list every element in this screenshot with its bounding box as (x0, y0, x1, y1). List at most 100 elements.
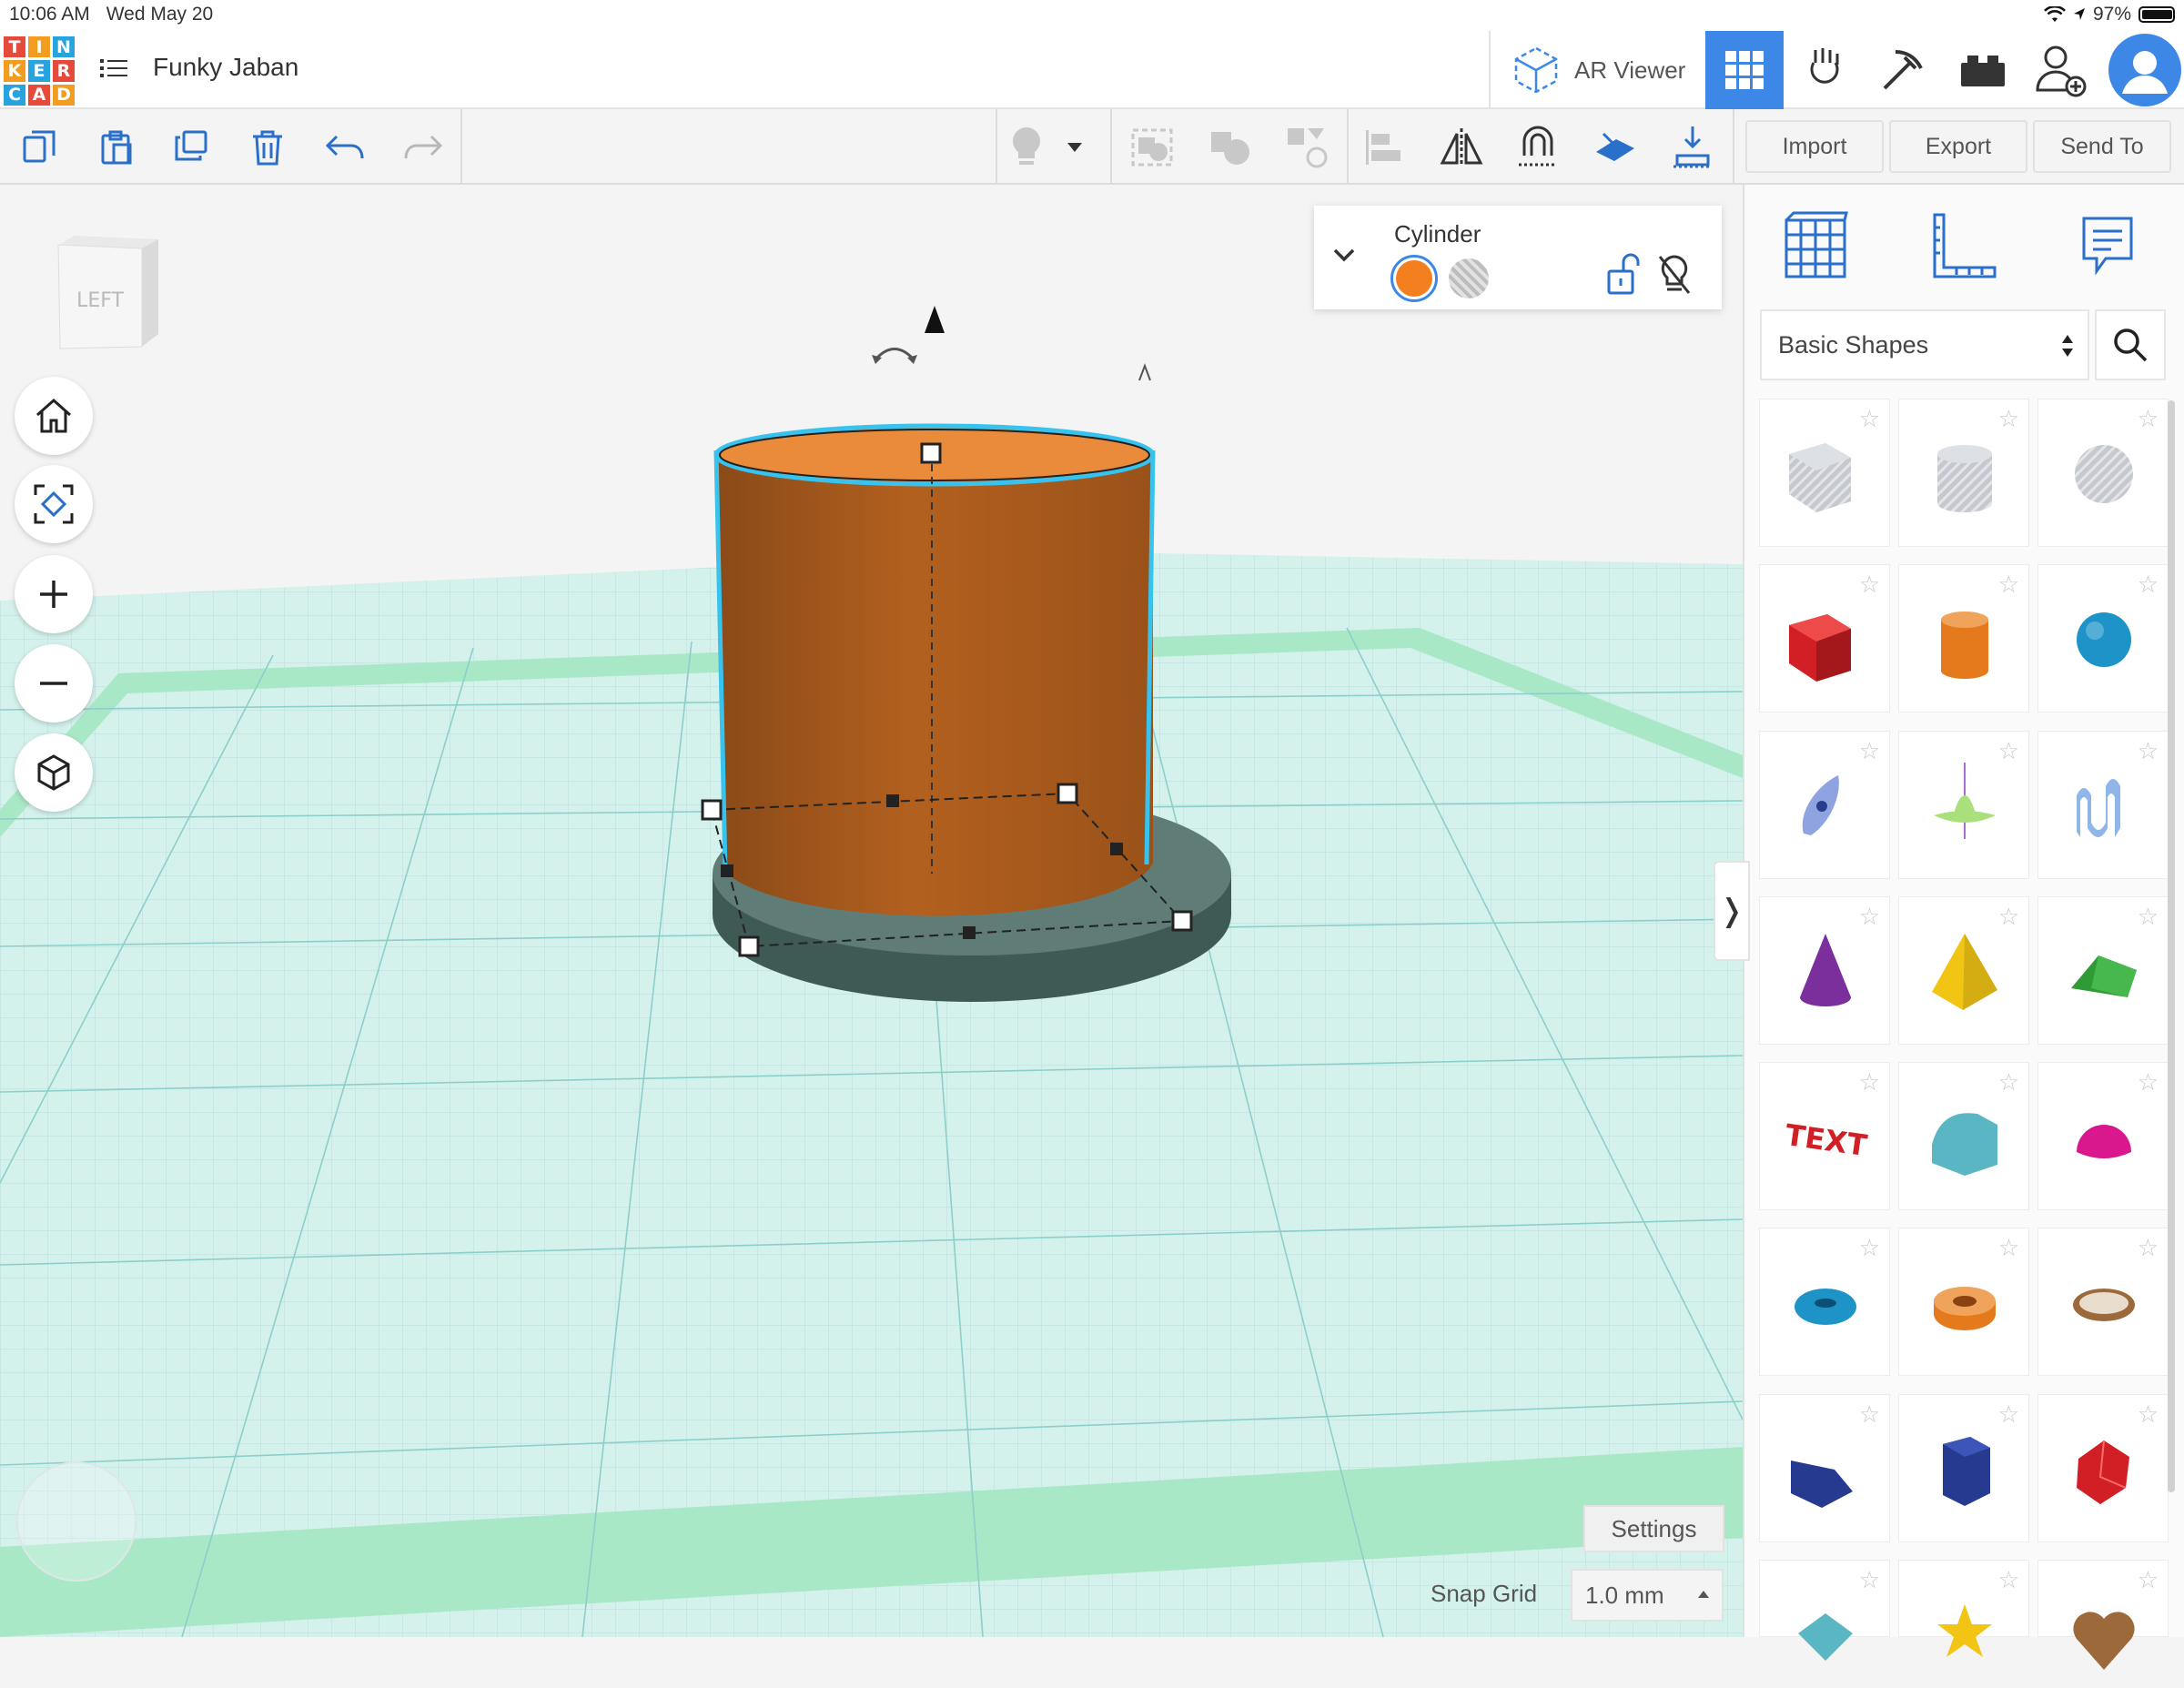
shape-tile-wedge[interactable]: ☆ (1759, 1394, 1890, 1542)
notes-button[interactable] (999, 120, 1054, 175)
redo-button[interactable] (395, 120, 450, 175)
copy-button[interactable] (13, 120, 67, 175)
lift-handle[interactable] (1138, 363, 1151, 381)
shape-tile-roof[interactable]: ☆ (2037, 896, 2169, 1045)
half-sphere-icon (2077, 1125, 2131, 1158)
notes-dropdown[interactable] (1061, 120, 1088, 175)
snap-grid-select[interactable]: 1.0 mm (1571, 1569, 1724, 1622)
zoom-out-button[interactable] (15, 644, 93, 723)
undo-button[interactable] (318, 120, 373, 175)
tab-workplane[interactable] (1773, 202, 1860, 289)
align-icon (1366, 130, 1400, 165)
shape-search-button[interactable] (2095, 309, 2166, 380)
projection-toggle-button[interactable] (15, 733, 93, 812)
zoom-in-button[interactable] (15, 555, 93, 633)
shape-tile-cone[interactable]: ☆ (1759, 896, 1890, 1045)
mirror-button[interactable] (1434, 120, 1489, 175)
duplicate-button[interactable] (164, 120, 218, 175)
tab-notes[interactable] (2064, 202, 2151, 289)
magnet-icon (1519, 126, 1557, 167)
shape-tile-wave[interactable]: ☆ (2037, 731, 2169, 879)
blocks-view-button[interactable] (1785, 31, 1864, 109)
home-view-button[interactable] (15, 377, 93, 455)
shape-tile-round-roof[interactable]: ☆ (1898, 1062, 2029, 1210)
icosahedron-icon (2077, 1440, 2129, 1504)
tab-ruler[interactable] (1920, 202, 2007, 289)
drop-to-workplane-button[interactable] (1665, 120, 1720, 175)
shape-tile-box-hole[interactable]: ☆ (1759, 399, 1890, 547)
workplane-canvas[interactable] (0, 185, 1743, 1637)
3d-design-view-button[interactable] (1705, 31, 1784, 109)
hide-light-icon[interactable] (1656, 253, 1693, 297)
minus-icon (40, 682, 67, 685)
fit-view-button[interactable] (15, 465, 93, 543)
shape-tile-ring[interactable]: ☆ (2037, 1228, 2169, 1376)
invite-user-button[interactable] (2022, 31, 2100, 109)
solid-color-swatch[interactable] (1390, 255, 1438, 302)
chevron-right-icon: ❭ (1718, 894, 1745, 928)
search-icon (2114, 329, 2148, 362)
shape-tile-box[interactable]: ☆ (1759, 564, 1890, 713)
logo-letter: E (28, 60, 50, 82)
clipboard-icon (101, 130, 132, 165)
shape-tile-heart[interactable]: ☆ (2037, 1560, 2169, 1670)
sphere-hole-icon (2075, 445, 2133, 503)
workplane-magnet-button[interactable] (1511, 120, 1565, 175)
ar-viewer-button[interactable]: AR Viewer (1489, 31, 1691, 109)
move-up-arrow[interactable] (925, 306, 945, 333)
svg-text:TEXT: TEXT (1783, 1117, 1869, 1163)
export-button[interactable]: Export (1889, 120, 2027, 173)
orbit-joystick[interactable] (16, 1461, 136, 1582)
send-to-button[interactable]: Send To (2033, 120, 2171, 173)
shape-tile-pyramid[interactable]: ☆ (1898, 896, 2029, 1045)
workplane-button[interactable] (1587, 120, 1642, 175)
cruise-icon (1288, 128, 1328, 168)
collapse-chevron-icon[interactable] (1332, 248, 1356, 264)
round-roof-icon (1932, 1113, 1997, 1176)
shape-tile-cylinder[interactable]: ☆ (1898, 564, 2029, 713)
cruise-button[interactable] (1279, 120, 1334, 175)
workplane-grid-icon (1785, 211, 1848, 278)
tinkercad-logo[interactable]: TIN KER CAD (4, 36, 75, 106)
lego-view-button[interactable] (1944, 31, 2022, 109)
shape-tile-scribble[interactable]: ☆ (1759, 731, 1890, 879)
panel-scrollbar[interactable] (2168, 400, 2175, 1492)
align-button[interactable] (1356, 120, 1410, 175)
selected-cylinder[interactable] (710, 423, 1185, 948)
shape-tile-half-sphere[interactable]: ☆ (2037, 1062, 2169, 1210)
shape-tile-shape-generator-spinner[interactable]: ☆ (1898, 731, 2029, 879)
diamond-icon (1798, 1613, 1853, 1661)
shape-tile-torus[interactable]: ☆ (1759, 1228, 1890, 1376)
project-title[interactable]: Funky Jaban (153, 53, 298, 82)
panel-collapse-button[interactable]: ❭ (1714, 861, 1750, 961)
note-icon (2082, 217, 2133, 276)
solid-color-fill (1396, 260, 1432, 297)
lock-open-icon[interactable] (1605, 253, 1642, 297)
group-button[interactable] (1125, 120, 1179, 175)
bricks-view-button[interactable] (1864, 31, 1942, 109)
shape-tile-text[interactable]: ☆ TEXT (1759, 1062, 1890, 1210)
view-cube[interactable]: LEFT (53, 232, 160, 350)
user-avatar[interactable] (2106, 31, 2184, 109)
shape-tile-sphere-hole[interactable]: ☆ (2037, 399, 2169, 547)
shape-tile-sphere[interactable]: ☆ (2037, 564, 2169, 713)
design-menu-button[interactable] (98, 53, 129, 84)
shape-tile-cylinder-hole[interactable]: ☆ (1898, 399, 2029, 547)
hole-swatch[interactable] (1449, 258, 1489, 298)
cone-icon (1800, 934, 1851, 1006)
pyramid-icon (1932, 934, 1997, 1010)
ungroup-button[interactable] (1203, 120, 1258, 175)
shape-tile-icosahedron[interactable]: ☆ (2037, 1394, 2169, 1542)
shape-tile-polygon[interactable]: ☆ (1898, 1394, 2029, 1542)
import-button[interactable]: Import (1745, 120, 1884, 173)
shape-tile-tube[interactable]: ☆ (1898, 1228, 2029, 1376)
delete-button[interactable] (240, 120, 295, 175)
paste-button[interactable] (89, 120, 144, 175)
shape-tile-diamond[interactable]: ☆ (1759, 1560, 1890, 1661)
workplane-settings-button[interactable]: Settings (1583, 1505, 1724, 1552)
rotate-handle[interactable] (872, 348, 917, 365)
ar-viewer-label: AR Viewer (1574, 56, 1686, 84)
shape-library-select[interactable]: Basic Shapes (1760, 309, 2089, 380)
shape-tile-star[interactable]: ☆ (1898, 1560, 2029, 1657)
3d-scene[interactable] (0, 185, 1743, 1637)
